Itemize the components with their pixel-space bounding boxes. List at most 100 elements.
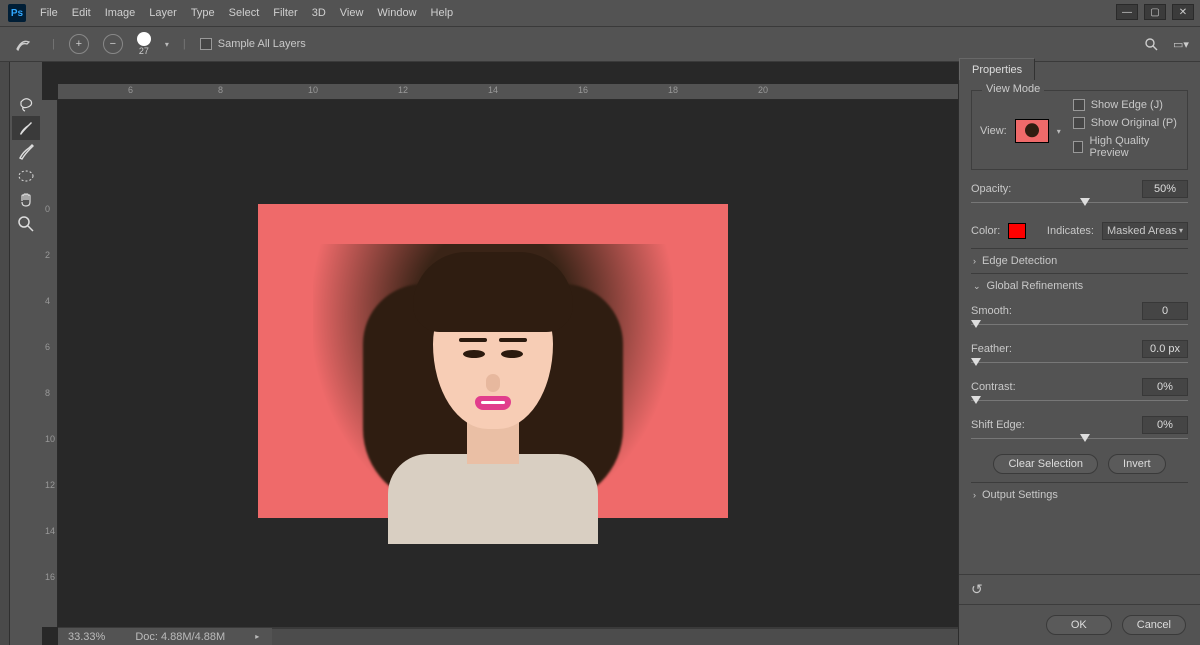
menu-type[interactable]: Type [191, 7, 215, 19]
brush-size-label: 27 [139, 46, 149, 56]
opacity-label: Opacity: [971, 183, 1011, 195]
menu-layer[interactable]: Layer [149, 7, 177, 19]
menu-select[interactable]: Select [229, 7, 260, 19]
indicates-select[interactable]: Masked Areas▾ [1102, 222, 1188, 240]
window-close-button[interactable]: ✕ [1172, 4, 1194, 20]
sample-all-layers-label: Sample All Layers [218, 38, 306, 50]
feather-slider[interactable] [971, 362, 1188, 368]
feather-input[interactable]: 0.0 px [1142, 340, 1188, 358]
menu-3d[interactable]: 3D [312, 7, 326, 19]
ruler-tick: 12 [45, 480, 55, 490]
canvas-area: 6 8 10 12 14 16 18 20 0 2 4 6 8 10 12 14… [42, 62, 958, 645]
invert-button[interactable]: Invert [1108, 454, 1166, 474]
menu-file[interactable]: File [40, 7, 58, 19]
ruler-tick: 16 [45, 572, 55, 582]
workspace-switcher-icon[interactable]: ▭▾ [1172, 35, 1190, 53]
brush-tool-icon[interactable] [12, 116, 40, 140]
doc-info[interactable]: Doc: 4.88M/4.88M [135, 631, 225, 643]
ruler-tick: 6 [45, 342, 50, 352]
color-label: Color: [971, 225, 1000, 237]
view-thumbnail[interactable] [1015, 119, 1049, 143]
menu-help[interactable]: Help [431, 7, 454, 19]
menu-view[interactable]: View [340, 7, 364, 19]
horizontal-scrollbar[interactable] [272, 628, 958, 645]
ruler-tick: 2 [45, 250, 50, 260]
subtract-from-selection-icon[interactable]: − [103, 34, 123, 54]
zoom-level[interactable]: 33.33% [68, 631, 105, 643]
shift-edge-input[interactable]: 0% [1142, 416, 1188, 434]
view-mode-title: View Mode [982, 83, 1044, 95]
cancel-button[interactable]: Cancel [1122, 615, 1186, 635]
show-edge-label: Show Edge (J) [1091, 99, 1163, 111]
window-maximize-button[interactable]: ▢ [1144, 4, 1166, 20]
brush-preset-picker[interactable]: 27 [137, 32, 151, 56]
chevron-right-icon[interactable]: ▸ [255, 632, 259, 641]
ruler-tick: 16 [578, 85, 588, 95]
shift-edge-slider[interactable] [971, 438, 1188, 444]
document-image [258, 204, 728, 518]
contrast-label: Contrast: [971, 381, 1016, 393]
hq-preview-label: High Quality Preview [1089, 135, 1179, 159]
menu-edit[interactable]: Edit [72, 7, 91, 19]
menu-image[interactable]: Image [105, 7, 136, 19]
smooth-slider[interactable] [971, 324, 1188, 330]
opacity-input[interactable]: 50% [1142, 180, 1188, 198]
chevron-down-icon[interactable]: ▾ [165, 40, 169, 49]
quick-select-tool-icon[interactable] [12, 164, 40, 188]
lasso-tool-icon[interactable] [12, 92, 40, 116]
opacity-slider[interactable] [971, 202, 1188, 208]
global-refinements-section[interactable]: ⌄Global Refinements [971, 273, 1188, 298]
ruler-tick: 4 [45, 296, 50, 306]
contrast-input[interactable]: 0% [1142, 378, 1188, 396]
ok-button[interactable]: OK [1046, 615, 1112, 635]
chevron-down-icon[interactable]: ▾ [1057, 127, 1061, 136]
menu-filter[interactable]: Filter [273, 7, 297, 19]
menu-window[interactable]: Window [377, 7, 416, 19]
refine-edge-brush-icon[interactable] [12, 140, 40, 164]
edge-detection-section[interactable]: ›Edge Detection [971, 248, 1188, 273]
indicates-value: Masked Areas [1107, 223, 1177, 239]
canvas[interactable] [58, 100, 958, 627]
panel-collapse-strip[interactable] [0, 62, 10, 645]
zoom-tool-icon[interactable] [12, 212, 40, 236]
ruler-tick: 14 [488, 85, 498, 95]
search-icon[interactable] [1142, 35, 1160, 53]
vertical-ruler[interactable]: 0 2 4 6 8 10 12 14 16 [42, 100, 58, 627]
smooth-input[interactable]: 0 [1142, 302, 1188, 320]
ruler-tick: 20 [758, 85, 768, 95]
ruler-tick: 8 [45, 388, 50, 398]
overlay-color-swatch[interactable] [1008, 223, 1026, 239]
ruler-tick: 0 [45, 204, 50, 214]
ruler-tick: 18 [668, 85, 678, 95]
panel-tab-label: Properties [959, 58, 1035, 80]
ruler-tick: 12 [398, 85, 408, 95]
global-refinements-label: Global Refinements [987, 280, 1084, 292]
edge-detection-label: Edge Detection [982, 255, 1057, 267]
contrast-slider[interactable] [971, 400, 1188, 406]
ruler-tick: 10 [45, 434, 55, 444]
tool-strip [10, 62, 42, 645]
reset-icon[interactable]: ↺ [971, 581, 983, 598]
properties-panel: Properties View Mode View: ▾ Show Edge (… [958, 62, 1200, 645]
clear-selection-button[interactable]: Clear Selection [993, 454, 1098, 474]
shift-edge-label: Shift Edge: [971, 419, 1025, 431]
ruler-tick: 10 [308, 85, 318, 95]
indicates-label: Indicates: [1047, 225, 1094, 237]
view-label: View: [980, 125, 1007, 137]
panel-tab-properties[interactable]: Properties [959, 56, 1200, 80]
smooth-label: Smooth: [971, 305, 1012, 317]
ruler-tick: 14 [45, 526, 55, 536]
ruler-tick: 6 [128, 85, 133, 95]
show-edge-checkbox[interactable]: Show Edge (J) [1073, 99, 1179, 111]
hand-tool-icon[interactable] [12, 188, 40, 212]
add-to-selection-icon[interactable]: + [69, 34, 89, 54]
tool-preset-picker[interactable] [12, 36, 38, 52]
app-logo: Ps [8, 4, 26, 22]
hq-preview-checkbox[interactable]: High Quality Preview [1073, 135, 1179, 159]
feather-label: Feather: [971, 343, 1012, 355]
horizontal-ruler[interactable]: 6 8 10 12 14 16 18 20 [58, 84, 958, 100]
sample-all-layers-checkbox[interactable]: Sample All Layers [200, 38, 306, 50]
window-minimize-button[interactable]: — [1116, 4, 1138, 20]
show-original-checkbox[interactable]: Show Original (P) [1073, 117, 1179, 129]
output-settings-section[interactable]: ›Output Settings [971, 482, 1188, 507]
